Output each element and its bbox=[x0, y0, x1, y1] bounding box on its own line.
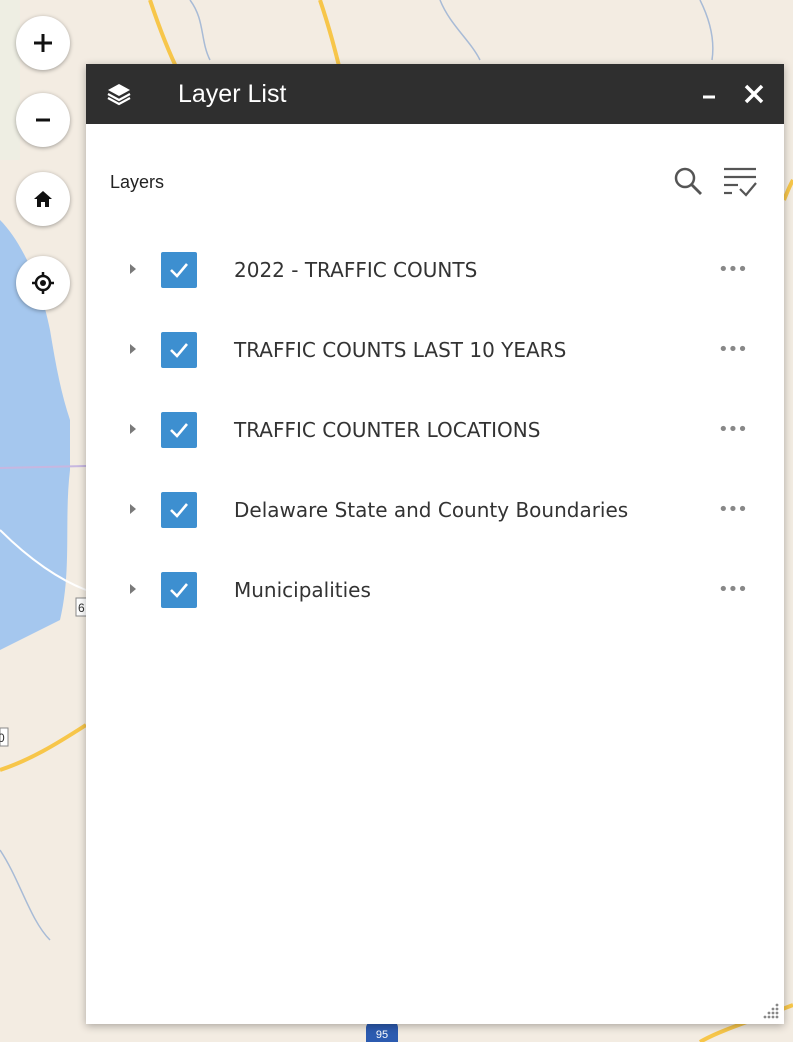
checkmark-icon bbox=[170, 423, 188, 438]
layers-icon bbox=[107, 84, 131, 106]
layer-row[interactable]: 2022 - TRAFFIC COUNTS ••• bbox=[86, 250, 784, 290]
layer-visibility-checkbox[interactable] bbox=[161, 332, 197, 368]
checkmark-icon bbox=[170, 263, 188, 278]
expand-arrow-icon[interactable] bbox=[130, 504, 136, 514]
expand-arrow-icon[interactable] bbox=[130, 424, 136, 434]
panel-header: Layer List bbox=[86, 64, 784, 124]
layer-visibility-checkbox[interactable] bbox=[161, 252, 197, 288]
locate-icon bbox=[32, 272, 54, 294]
layer-visibility-checkbox[interactable] bbox=[161, 572, 197, 608]
minimize-button[interactable] bbox=[694, 64, 724, 124]
layer-options-ellipsis-icon[interactable]: ••• bbox=[718, 250, 754, 290]
route-shield-label: 95 bbox=[376, 1029, 388, 1041]
search-icon[interactable] bbox=[672, 165, 704, 197]
zoom-out-button[interactable] bbox=[16, 93, 70, 147]
layers-section-label: Layers bbox=[110, 172, 165, 192]
expand-arrow-icon[interactable] bbox=[130, 264, 136, 274]
layer-list-panel: Layer List Layers 2022 - TRAFFIC COUNTS •… bbox=[86, 64, 784, 1024]
zoom-in-button[interactable] bbox=[16, 16, 70, 70]
layer-options-ellipsis-icon[interactable]: ••• bbox=[718, 570, 754, 610]
resize-grip-icon[interactable] bbox=[762, 1002, 780, 1020]
checkmark-icon bbox=[170, 503, 188, 518]
layer-name: Municipalities bbox=[234, 578, 371, 602]
expand-arrow-icon[interactable] bbox=[130, 344, 136, 354]
layer-row[interactable]: TRAFFIC COUNTER LOCATIONS ••• bbox=[86, 410, 784, 450]
layer-row[interactable]: TRAFFIC COUNTS LAST 10 YEARS ••• bbox=[86, 330, 784, 370]
layer-options-ellipsis-icon[interactable]: ••• bbox=[718, 330, 754, 370]
home-button[interactable] bbox=[16, 172, 70, 226]
checkmark-icon bbox=[170, 583, 188, 598]
expand-arrow-icon[interactable] bbox=[130, 584, 136, 594]
close-button[interactable] bbox=[736, 64, 772, 124]
map-label-edge-2: 0 bbox=[0, 731, 5, 745]
layer-name: TRAFFIC COUNTER LOCATIONS bbox=[234, 418, 541, 442]
layer-options-ellipsis-icon[interactable]: ••• bbox=[718, 410, 754, 450]
plus-icon bbox=[34, 34, 52, 52]
layer-row[interactable]: Delaware State and County Boundaries ••• bbox=[86, 490, 784, 530]
locate-button[interactable] bbox=[16, 256, 70, 310]
home-icon bbox=[34, 191, 52, 207]
layer-visibility-checkbox[interactable] bbox=[161, 492, 197, 528]
layer-row[interactable]: Municipalities ••• bbox=[86, 570, 784, 610]
minus-icon bbox=[36, 118, 50, 122]
layer-options-ellipsis-icon[interactable]: ••• bbox=[718, 490, 754, 530]
layer-name: Delaware State and County Boundaries bbox=[234, 498, 629, 522]
filter-icon[interactable] bbox=[720, 163, 760, 201]
layer-name: TRAFFIC COUNTS LAST 10 YEARS bbox=[234, 338, 567, 362]
minimize-icon bbox=[703, 95, 715, 99]
layer-visibility-checkbox[interactable] bbox=[161, 412, 197, 448]
close-icon bbox=[744, 84, 764, 104]
map-label-edge-1: 6 bbox=[78, 601, 85, 615]
checkmark-icon bbox=[170, 343, 188, 358]
panel-title: Layer List bbox=[178, 80, 287, 108]
layer-name: 2022 - TRAFFIC COUNTS bbox=[234, 258, 478, 282]
